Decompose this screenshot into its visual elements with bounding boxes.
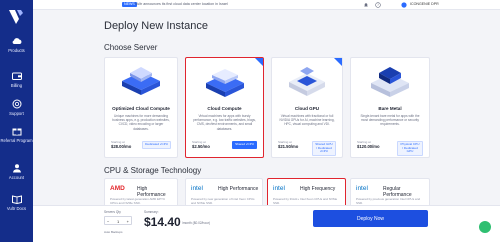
amd-logo: AMD xyxy=(110,185,125,192)
increment-button[interactable]: + xyxy=(127,219,129,224)
deploy-now-button[interactable]: Deploy Now xyxy=(313,210,428,227)
price-period: /month ($0.02/hour) xyxy=(182,221,210,225)
server-illustration xyxy=(205,69,244,97)
summary-label: Summary: xyxy=(144,210,159,214)
servers-qty-label: Servers Qty xyxy=(104,210,121,214)
avatar[interactable] xyxy=(401,2,407,8)
sidebar-item-label: Vultr Docs xyxy=(6,206,27,211)
svg-text:?: ? xyxy=(377,3,379,7)
server-name: Bare Metal xyxy=(378,106,402,111)
lifebuoy-icon xyxy=(12,99,21,109)
section-title-cpu-storage: CPU & Storage Technology xyxy=(104,166,202,175)
intel-logo: intel xyxy=(191,185,203,192)
server-price: $120.00/mo xyxy=(357,144,380,149)
tech-name: High Frequency xyxy=(300,186,336,192)
page-title: Deploy New Instance xyxy=(104,20,208,32)
auto-backups-checkbox[interactable]: Auto Backups xyxy=(104,230,123,234)
account-name[interactable]: ICONGENIE DPR xyxy=(410,2,439,7)
sidebar-item-label: Billing xyxy=(10,83,23,88)
selected-corner-indicator xyxy=(255,58,263,66)
vultr-logo[interactable] xyxy=(8,8,24,26)
server-card-cloud-gpu[interactable]: Cloud GPU Virtual machines with fraction… xyxy=(271,57,343,158)
server-illustration xyxy=(371,67,409,97)
tech-description: Powered by latest generation AMD EPYC CP… xyxy=(110,197,166,205)
server-tag: Dedicated vCPU xyxy=(142,141,171,149)
sidebar-item-label: Referral Program xyxy=(0,138,33,143)
quantity-value: 1 xyxy=(117,219,120,224)
server-description: Unique machines for more demanding busin… xyxy=(112,114,170,131)
chat-icon[interactable] xyxy=(479,221,491,233)
server-price: $21.50/mo xyxy=(278,144,299,149)
sidebar-item-label: Support xyxy=(9,111,24,116)
server-tag: Shared GPU / Dedicated vCPU xyxy=(312,141,336,156)
server-card-optimized-cloud-compute[interactable]: Optimized Cloud Compute Unique machines … xyxy=(104,57,178,158)
server-illustration xyxy=(289,67,325,96)
sidebar-item-billing[interactable]: Billing xyxy=(0,71,33,88)
tech-description: Powered by previous generation Intel CPU… xyxy=(356,197,421,205)
sidebar-item-label: Account xyxy=(8,175,25,180)
sidebar: Products Billing Support Referral Progra… xyxy=(0,0,33,242)
section-title-choose-server: Choose Server xyxy=(104,43,158,52)
user-icon xyxy=(12,164,21,173)
sidebar-item-products[interactable]: Products xyxy=(0,36,33,53)
server-description: Virtual machines for apps with bursty pe… xyxy=(193,114,256,131)
server-description: Single-tenant bare metal for apps with t… xyxy=(360,114,420,127)
server-card-cloud-compute[interactable]: Cloud Compute Virtual machines for apps … xyxy=(185,57,264,158)
server-price: $2.50/mo xyxy=(192,144,210,149)
book-icon xyxy=(11,195,22,204)
sidebar-item-vultr-docs[interactable]: Vultr Docs xyxy=(0,194,33,211)
gift-icon xyxy=(12,128,21,136)
cloud-icon xyxy=(12,38,21,44)
server-illustration xyxy=(122,67,160,95)
announcement-text[interactable]: Vultr announces its first cloud data cen… xyxy=(135,2,228,7)
tech-name: High Performance xyxy=(218,186,259,192)
decrement-button[interactable]: − xyxy=(107,219,109,224)
server-description: Virtual machines with fractional or full… xyxy=(279,114,335,127)
wallet-icon xyxy=(11,72,22,80)
server-tag: Physical CPU / Dedicated GPU xyxy=(397,141,423,156)
top-bar: NEWS Vultr announces its first cloud dat… xyxy=(33,0,500,10)
tech-description: Powered by new generation of Intel Xeon … xyxy=(191,197,255,205)
intel-logo: intel xyxy=(273,185,285,192)
server-tag: Shared vCPU xyxy=(232,141,257,149)
new-corner-indicator xyxy=(334,58,342,66)
server-name: Optimized Cloud Compute xyxy=(112,106,170,111)
bell-icon[interactable] xyxy=(363,2,369,8)
sidebar-item-label: Products xyxy=(8,48,25,53)
sidebar-item-account[interactable]: Account xyxy=(0,163,33,180)
intel-logo: intel xyxy=(356,185,368,192)
quantity-stepper[interactable]: − 1 + xyxy=(104,216,132,225)
total-price: $14.40 xyxy=(144,215,181,229)
tech-description: Powered by 3GHz+ Intel Xeon CPUs and NVM… xyxy=(273,197,338,205)
question-icon[interactable]: ? xyxy=(375,2,381,8)
sidebar-item-referral-program[interactable]: Referral Program xyxy=(0,126,33,143)
server-price: $28.00/mo xyxy=(111,144,132,149)
server-name: Cloud GPU xyxy=(294,106,320,111)
server-card-bare-metal[interactable]: Bare Metal Single-tenant bare metal for … xyxy=(350,57,430,158)
sidebar-item-support[interactable]: Support xyxy=(0,99,33,116)
server-name: Cloud Compute xyxy=(207,106,242,111)
